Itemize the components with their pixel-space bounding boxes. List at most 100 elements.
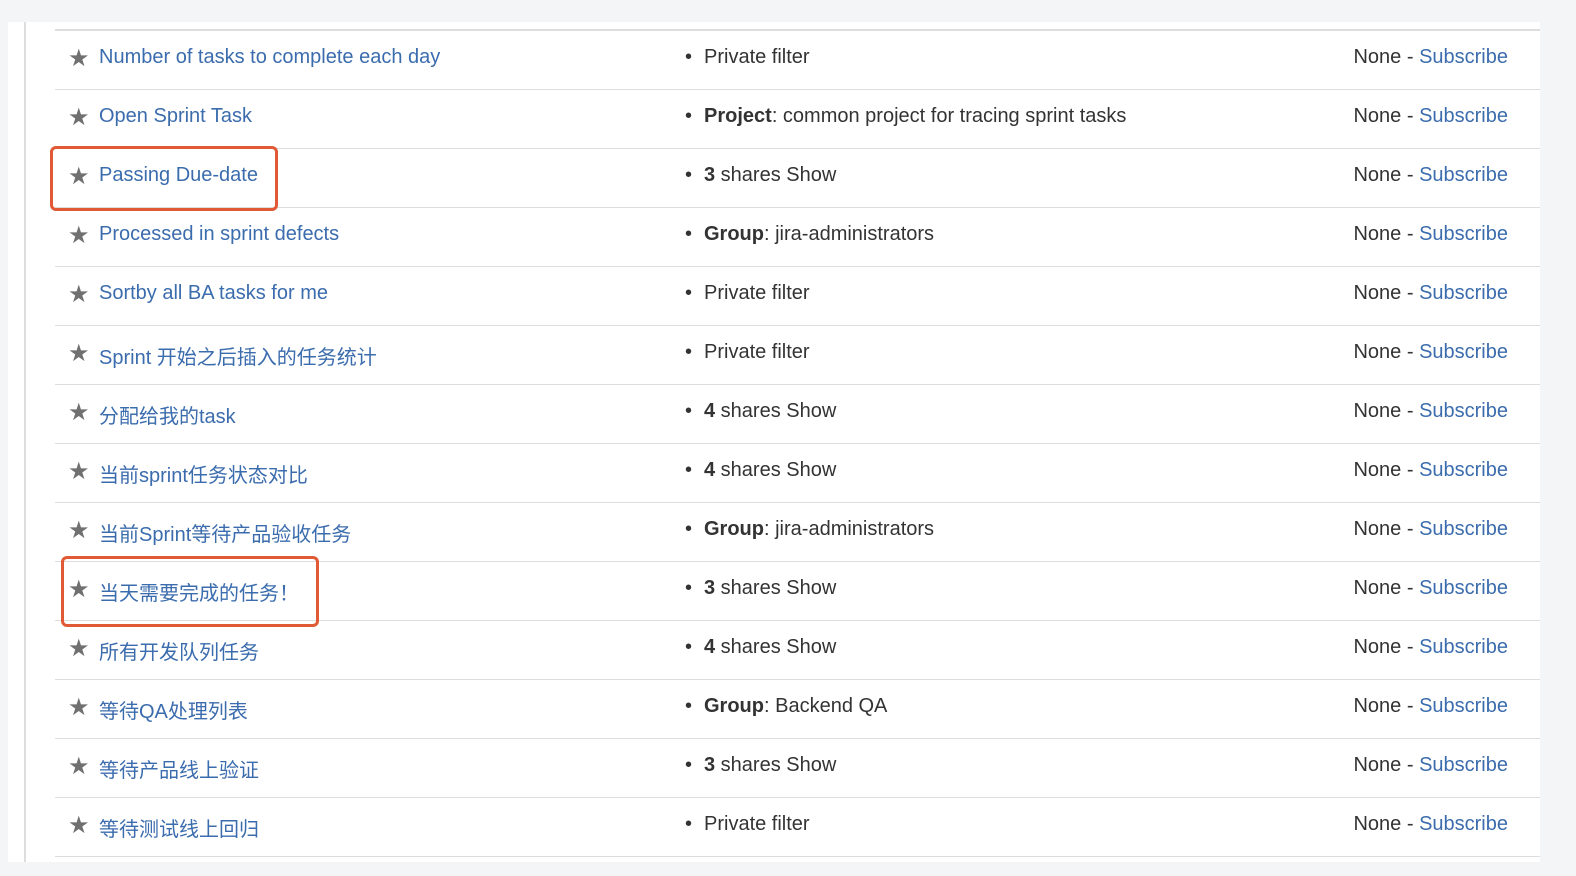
share-text: : jira-administrators <box>764 518 935 540</box>
bullet: • <box>685 46 693 68</box>
filter-name-link[interactable]: 等待QA处理列表 <box>99 695 248 724</box>
subscriptions: None - Subscribe <box>1353 695 1508 718</box>
shared-with: • Project: common project for tracing spr… <box>685 105 1126 128</box>
bullet: • <box>685 518 693 540</box>
table-row: ★ 分配给我的task • 4 shares Show None - Subscr… <box>55 385 1540 444</box>
share-text: shares Show <box>715 164 837 186</box>
bullet: • <box>685 400 693 422</box>
subscription-none: None - <box>1353 754 1420 776</box>
star-icon[interactable]: ★ <box>68 222 90 250</box>
share-label-bold: 4 <box>704 459 716 481</box>
star-icon[interactable]: ★ <box>68 281 90 309</box>
bullet: • <box>685 223 693 245</box>
subscribe-link[interactable]: Subscribe <box>1419 164 1508 186</box>
table-row: ★ 所有开发队列任务 • 4 shares Show None - Subscri… <box>55 621 1540 680</box>
table-row: ★ 等待测试线上回归 • Private filter None - Subscr… <box>55 798 1540 857</box>
share-text: : jira-administrators <box>764 223 935 245</box>
star-icon[interactable]: ★ <box>68 45 90 73</box>
filter-name-link[interactable]: 当前Sprint等待产品验收任务 <box>99 518 351 547</box>
subscriptions: None - Subscribe <box>1353 754 1508 777</box>
table-row: ★ 等待QA处理列表 • Group: Backend QA None - Sub… <box>55 680 1540 739</box>
star-icon[interactable]: ★ <box>68 517 90 545</box>
filter-name-link[interactable]: Processed in sprint defects <box>99 223 339 246</box>
bullet: • <box>685 459 693 481</box>
star-icon[interactable]: ★ <box>68 458 90 486</box>
filter-name-link[interactable]: Sprint 开始之后插入的任务统计 <box>99 341 377 370</box>
subscribe-link[interactable]: Subscribe <box>1419 577 1508 599</box>
share-text: Private filter <box>704 282 810 304</box>
share-text: : common project for tracing sprint task… <box>771 105 1127 127</box>
share-label-bold: Group <box>704 518 764 540</box>
subscription-none: None - <box>1353 164 1420 186</box>
share-text: shares Show <box>715 577 837 599</box>
shared-with: • Group: jira-administrators <box>685 518 934 541</box>
share-label-bold: 4 <box>704 400 716 422</box>
filter-name-link[interactable]: 当前sprint任务状态对比 <box>99 459 308 488</box>
share-text: Private filter <box>704 341 810 363</box>
subscribe-link[interactable]: Subscribe <box>1419 223 1508 245</box>
shared-with: • 4 shares Show <box>685 636 836 659</box>
shared-with: • 3 shares Show <box>685 577 836 600</box>
shared-with: • 4 shares Show <box>685 459 836 482</box>
subscriptions: None - Subscribe <box>1353 400 1508 423</box>
subscription-none: None - <box>1353 459 1420 481</box>
subscriptions: None - Subscribe <box>1353 282 1508 305</box>
share-text: shares Show <box>715 754 837 776</box>
share-label-bold: 3 <box>704 754 716 776</box>
subscribe-link[interactable]: Subscribe <box>1419 105 1508 127</box>
subscribe-link[interactable]: Subscribe <box>1419 813 1508 835</box>
filter-name-link[interactable]: 所有开发队列任务 <box>99 636 259 665</box>
table-row: ★ Open Sprint Task • Project: common proj… <box>55 90 1540 149</box>
table-row: ★ Number of tasks to complete each day •… <box>55 31 1540 90</box>
star-icon[interactable]: ★ <box>68 694 90 722</box>
star-icon[interactable]: ★ <box>68 753 90 781</box>
filter-name-link[interactable]: Open Sprint Task <box>99 105 252 128</box>
filter-name-link[interactable]: 等待产品线上验证 <box>99 754 259 783</box>
subscribe-link[interactable]: Subscribe <box>1419 400 1508 422</box>
subscribe-link[interactable]: Subscribe <box>1419 282 1508 304</box>
subscriptions: None - Subscribe <box>1353 459 1508 482</box>
subscription-none: None - <box>1353 400 1420 422</box>
table-row: ★ Sortby all BA tasks for me • Private fi… <box>55 267 1540 326</box>
subscribe-link[interactable]: Subscribe <box>1419 754 1508 776</box>
filter-name-link[interactable]: 等待测试线上回归 <box>99 813 259 842</box>
filter-name-link[interactable]: 分配给我的task <box>99 400 236 429</box>
subscribe-link[interactable]: Subscribe <box>1419 518 1508 540</box>
share-text: : Backend QA <box>764 695 888 717</box>
bullet: • <box>685 341 693 363</box>
table-row: ★ 当前Sprint等待产品验收任务 • Group: jira-administ… <box>55 503 1540 562</box>
bullet: • <box>685 105 693 127</box>
subscribe-link[interactable]: Subscribe <box>1419 46 1508 68</box>
share-text: Private filter <box>704 46 810 68</box>
table-row: ★ 等待产品线上验证 • 3 shares Show None - Subscri… <box>55 739 1540 798</box>
subscribe-link[interactable]: Subscribe <box>1419 695 1508 717</box>
subscription-none: None - <box>1353 223 1420 245</box>
share-label-bold: Group <box>704 695 764 717</box>
subscription-none: None - <box>1353 282 1420 304</box>
subscribe-link[interactable]: Subscribe <box>1419 459 1508 481</box>
shared-with: • 4 shares Show <box>685 400 836 423</box>
shared-with: • Group: Backend QA <box>685 695 887 718</box>
bullet: • <box>685 813 693 835</box>
subscribe-link[interactable]: Subscribe <box>1419 636 1508 658</box>
shared-with: • 3 shares Show <box>685 754 836 777</box>
bullet: • <box>685 164 693 186</box>
filter-name-link[interactable]: Sortby all BA tasks for me <box>99 282 328 305</box>
subscribe-link[interactable]: Subscribe <box>1419 341 1508 363</box>
star-icon[interactable]: ★ <box>68 812 90 840</box>
share-text: Private filter <box>704 813 810 835</box>
highlight-box <box>61 556 319 627</box>
bullet: • <box>685 282 693 304</box>
left-divider <box>24 22 26 862</box>
share-label-bold: 3 <box>704 164 716 186</box>
star-icon[interactable]: ★ <box>68 399 90 427</box>
share-text: shares Show <box>715 636 837 658</box>
star-icon[interactable]: ★ <box>68 635 90 663</box>
table-row: ★ Processed in sprint defects • Group: ji… <box>55 208 1540 267</box>
subscriptions: None - Subscribe <box>1353 223 1508 246</box>
share-text: shares Show <box>715 400 837 422</box>
star-icon[interactable]: ★ <box>68 340 90 368</box>
star-icon[interactable]: ★ <box>68 104 90 132</box>
shared-with: • Private filter <box>685 813 810 836</box>
filter-name-link[interactable]: Number of tasks to complete each day <box>99 46 440 69</box>
